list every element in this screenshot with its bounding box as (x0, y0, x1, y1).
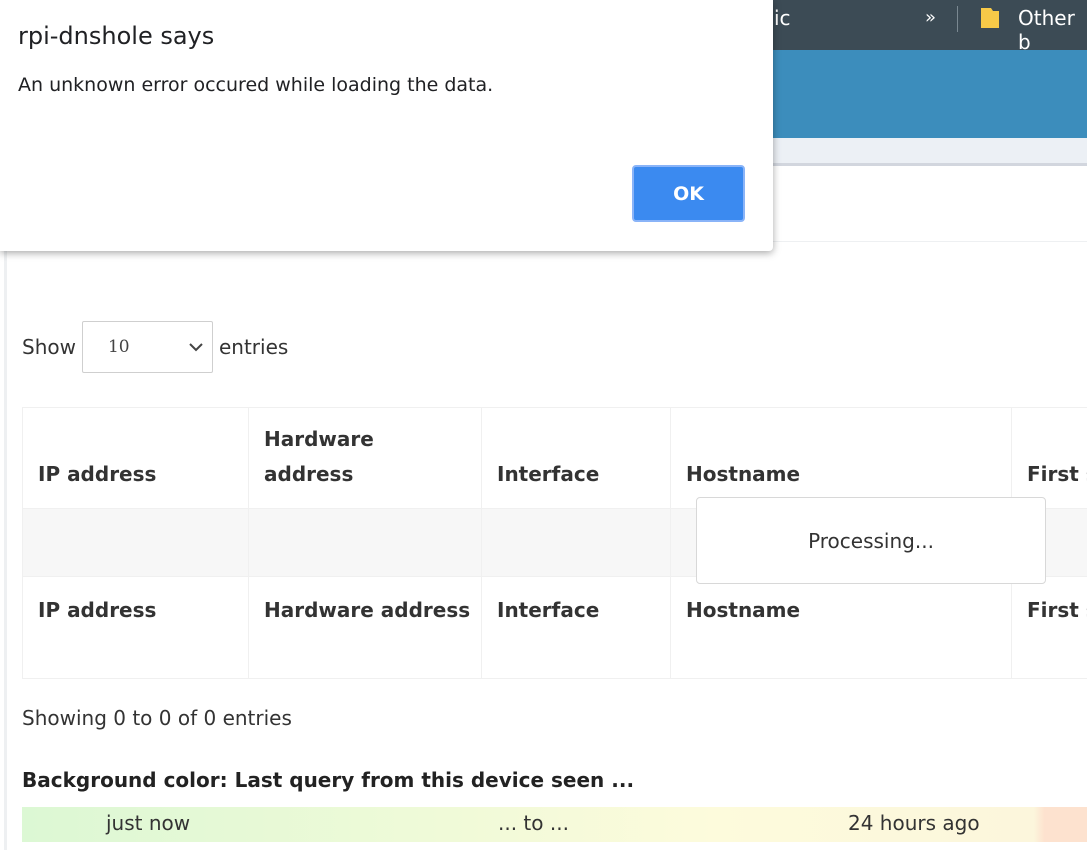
legend-end: 24 hours ago (848, 811, 980, 835)
box-left-border (4, 241, 7, 850)
table-cell (481, 508, 671, 577)
dialog-title: rpi-dnshole says (18, 22, 215, 50)
legend-title: Background color: Last query from this d… (22, 768, 635, 792)
processing-indicator: Processing... (696, 497, 1046, 584)
column-footer-first-seen: First s (1011, 576, 1087, 679)
table-info: Showing 0 to 0 of 0 entries (22, 706, 292, 730)
length-prefix: Show (22, 335, 76, 359)
bookmark-fragment[interactable]: ic (774, 6, 791, 30)
column-footer-interface: Interface (481, 576, 671, 679)
legend-start: just now (106, 811, 191, 835)
legend-middle: ... to ... (498, 811, 569, 835)
table-footer-row: IP address Hardware address Interface Ho… (22, 576, 1087, 679)
length-suffix: entries (218, 335, 289, 359)
table-cell (22, 508, 249, 577)
table-cell (248, 508, 482, 577)
page-length-select[interactable]: 10 (81, 321, 213, 373)
column-header-first-seen[interactable]: First s (1011, 407, 1087, 509)
dialog-message: An unknown error occured while loading t… (18, 74, 494, 96)
alert-dialog: rpi-dnshole says An unknown error occure… (0, 0, 773, 251)
ok-button[interactable]: OK (632, 165, 745, 222)
bookmark-separator (957, 6, 958, 32)
table-header-row: IP address Hardware address Interface Ho… (22, 407, 1087, 509)
page-length-value: 10 (107, 337, 130, 357)
bookmark-overflow-chevron[interactable]: » (925, 7, 936, 28)
column-header-hostname[interactable]: Hostname (670, 407, 1012, 509)
chevron-down-icon (189, 343, 203, 352)
bookmark-other[interactable]: Other b (1018, 6, 1087, 54)
legend-gradient-bar: just now ... to ... 24 hours ago (22, 807, 1087, 842)
column-header-interface[interactable]: Interface (481, 407, 671, 509)
column-header-hardware[interactable]: Hardware address (248, 407, 482, 509)
length-menu: Show 10 entries (22, 321, 288, 373)
column-footer-ip: IP address (22, 576, 249, 679)
column-header-ip[interactable]: IP address (22, 407, 249, 509)
folder-icon (981, 8, 999, 28)
column-footer-hostname: Hostname (670, 576, 1012, 679)
column-footer-hardware: Hardware address (248, 576, 482, 679)
